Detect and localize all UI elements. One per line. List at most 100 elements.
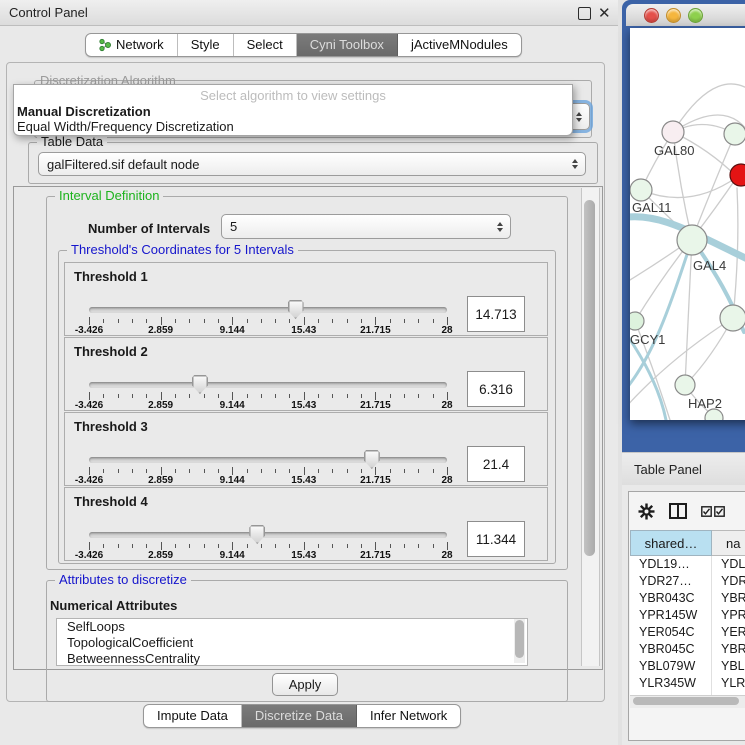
tab-label: Select [247,34,283,56]
node-partial-g[interactable] [724,123,745,145]
slider-tick [447,317,448,325]
slider-tick [103,469,104,473]
table-cell: YPR145W [630,607,712,624]
columns-icon[interactable] [669,503,687,519]
tab-network[interactable]: Network [86,34,178,56]
threshold-4-value-field[interactable]: 11.344 [467,521,525,557]
threshold-1-value-field[interactable]: 14.713 [467,296,525,332]
slider-tick-label: 2.859 [148,325,173,336]
table-cell: YDL1 [712,556,745,573]
threshold-2-slider[interactable] [89,382,447,388]
slider-tick [261,544,262,548]
table-row[interactable]: YBR043CYBR0 [630,590,745,607]
table-data-selected-value: galFiltered.sif default node [47,157,199,172]
attributes-list-scrollbar-thumb[interactable] [515,620,524,658]
tab-style[interactable]: Style [178,34,234,56]
close-icon[interactable]: ✕ [598,4,611,22]
tab-jactivemnodules[interactable]: jActiveMNodules [398,34,521,56]
slider-tick-label: 28 [441,550,452,561]
table-cell: YER054C [630,624,712,641]
tab-label: Network [116,34,164,56]
table-row[interactable]: YDL19…YDL1 [630,556,745,573]
slider-tick [103,394,104,398]
node-gal80[interactable] [662,121,684,143]
attribute-list-item[interactable]: SelfLoops [57,619,527,635]
slider-tick [118,544,119,548]
table-cell: YBR0 [712,641,745,658]
node-hap2[interactable] [675,375,695,395]
algorithm-option-manual[interactable]: Manual Discretization [17,104,151,119]
network-canvas[interactable]: GAL80 G C GAL11 GAL4 GCY1 H HAP2 [630,28,745,420]
slider-tick [289,544,290,548]
minimize-traffic-light-icon[interactable] [666,8,681,23]
slider-tick [247,394,248,398]
slider-tick-label: 21.715 [360,325,391,336]
slider-tick [275,469,276,473]
threshold-2-value-field[interactable]: 6.316 [467,371,525,407]
cyni-bottom-tabs: Impute DataDiscretize DataInfer Network [143,704,461,728]
bottom-tab-impute-data[interactable]: Impute Data [144,705,242,727]
threshold-1-label: Threshold 1 [74,269,148,284]
zoom-traffic-light-icon[interactable] [688,8,703,23]
close-traffic-light-icon[interactable] [644,8,659,23]
threshold-3-value-field[interactable]: 21.4 [467,446,525,482]
slider-tick [361,319,362,323]
slider-tick [161,317,162,325]
column-header-shared-name[interactable]: shared… [630,530,712,556]
threshold-3-slider[interactable] [89,457,447,463]
slider-tick [89,542,90,550]
bottom-tab-infer-network[interactable]: Infer Network [357,705,460,727]
threshold-1-tick-labels: -3.4262.8599.14415.4321.71528 [89,325,447,337]
slider-tick [218,319,219,323]
attribute-list-item[interactable]: BetweennessCentrality [57,651,527,666]
slider-tick [218,469,219,473]
apply-button[interactable]: Apply [272,673,338,696]
node-red-selected[interactable] [730,164,745,186]
threshold-1-slider[interactable] [89,307,447,313]
slider-tick [175,469,176,473]
node-label-gal4: GAL4 [693,258,726,273]
combo-arrows-icon [576,112,582,122]
settings-scrollbar-thumb[interactable] [584,200,595,556]
node-gcy1[interactable] [630,312,644,330]
slider-tick [332,469,333,473]
attributes-to-discretize-label: Attributes to discretize [55,573,191,587]
node-gal11[interactable] [630,179,652,201]
checkbox-checked-icon[interactable] [701,506,712,517]
slider-tick [132,469,133,473]
tab-select[interactable]: Select [234,34,297,56]
algorithm-option-equal-width[interactable]: Equal Width/Frequency Discretization [17,119,234,134]
table-row[interactable]: YBL079WYBL0 [630,658,745,675]
control-panel-tabs: Network Style Select Cyni ToolboxjActiveMNo… [85,33,522,57]
table-row[interactable]: YDR27…YDR2 [630,573,745,590]
slider-tick [361,469,362,473]
checkbox-checked-icon[interactable] [714,506,725,517]
column-header-name[interactable]: na [712,530,745,556]
slider-tick [161,392,162,400]
node-gal4[interactable] [677,225,707,255]
node-partial-h[interactable] [720,305,745,331]
slider-tick [261,469,262,473]
bottom-tab-discretize-data[interactable]: Discretize Data [242,705,357,727]
tab-cyni-toolbox[interactable]: Cyni Toolbox [297,34,398,56]
slider-tick-label: 9.144 [220,325,245,336]
table-cell: YDR27… [630,573,712,590]
settings-icon[interactable] [638,503,655,520]
slider-tick [318,319,319,323]
table-data-select[interactable]: galFiltered.sif default node [38,152,586,176]
table-row[interactable]: YPR145WYPR1 [630,607,745,624]
attribute-list-item[interactable]: TopologicalCoefficient [57,635,527,651]
table-horizontal-scrollbar-thumb[interactable] [633,697,739,705]
slider-tick [118,319,119,323]
slider-tick [404,319,405,323]
table-row[interactable]: YER054CYER0 [630,624,745,641]
threshold-4-slider[interactable] [89,532,447,538]
table-row[interactable]: YBR045CYBR0 [630,641,745,658]
table-row[interactable]: YLR345WYLR3 [630,675,745,692]
slider-tick-label: 28 [441,400,452,411]
table-cell: YER0 [712,624,745,641]
number-of-intervals-select[interactable]: 5 [221,214,511,239]
table-panel-title: Table Panel [634,462,702,477]
float-window-icon[interactable] [578,7,591,20]
table-cell: YBL079W [630,658,712,675]
